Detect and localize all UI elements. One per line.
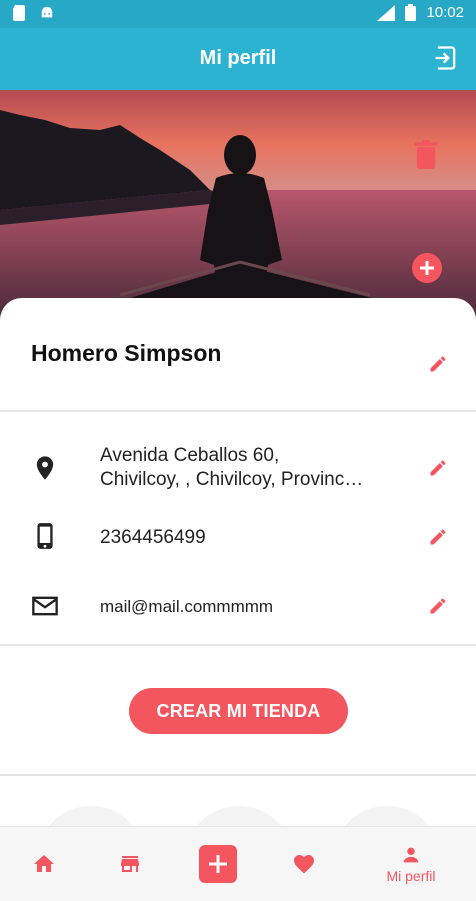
home-icon: [34, 855, 54, 872]
app-bar: Mi perfil: [0, 28, 476, 90]
location-pin-icon: [36, 456, 54, 480]
phone-text: 2364456499: [100, 527, 206, 548]
divider: [0, 644, 476, 646]
edit-email-icon[interactable]: [428, 596, 448, 616]
address-line-1: Avenida Ceballos 60,: [100, 445, 280, 466]
bottom-navigation: Mi perfil: [0, 826, 476, 901]
add-photo-icon[interactable]: [411, 252, 443, 284]
nav-add[interactable]: [198, 827, 238, 901]
phone-icon: [37, 523, 53, 549]
edit-phone-icon[interactable]: [428, 527, 448, 547]
profile-name: Homero Simpson: [31, 340, 222, 366]
heart-icon: [294, 855, 314, 874]
create-store-button[interactable]: CREAR MI TIENDA: [129, 688, 348, 734]
android-icon: [41, 6, 53, 18]
logout-icon[interactable]: [432, 44, 460, 72]
edit-address-icon[interactable]: [428, 458, 448, 478]
divider: [0, 410, 476, 412]
profile-card: Homero Simpson Avenida Ceballos 60, Chiv…: [0, 298, 476, 858]
sunset-image: [0, 90, 476, 320]
add-button: [199, 845, 237, 883]
trash-icon[interactable]: [412, 140, 440, 170]
email-text: mail@mail.commmmm: [100, 597, 274, 616]
mail-icon: [32, 596, 58, 616]
plus-icon: [209, 855, 227, 873]
nav-home[interactable]: [28, 827, 60, 901]
nav-profile[interactable]: Mi perfil: [378, 827, 444, 901]
battery-icon: [405, 4, 417, 21]
divider: [0, 774, 476, 776]
sd-card-icon: [13, 5, 25, 21]
nav-store[interactable]: [114, 827, 146, 901]
nav-favorites[interactable]: [290, 827, 318, 901]
status-time: 10:02: [426, 4, 464, 21]
store-icon: [121, 856, 139, 872]
page-title: Mi perfil: [199, 47, 277, 69]
signal-icon: [377, 4, 396, 21]
cover-photo: [0, 90, 476, 320]
address-line-2: Chivilcoy, , Chivilcoy, Provinc…: [100, 469, 364, 490]
nav-profile-label: Mi perfil: [386, 868, 436, 884]
status-bar: 10:02: [0, 0, 476, 28]
person-icon: [403, 847, 419, 863]
address-text: Avenida Ceballos 60, Chivilcoy, , Chivil…: [100, 444, 363, 492]
edit-name-icon[interactable]: [428, 354, 448, 374]
